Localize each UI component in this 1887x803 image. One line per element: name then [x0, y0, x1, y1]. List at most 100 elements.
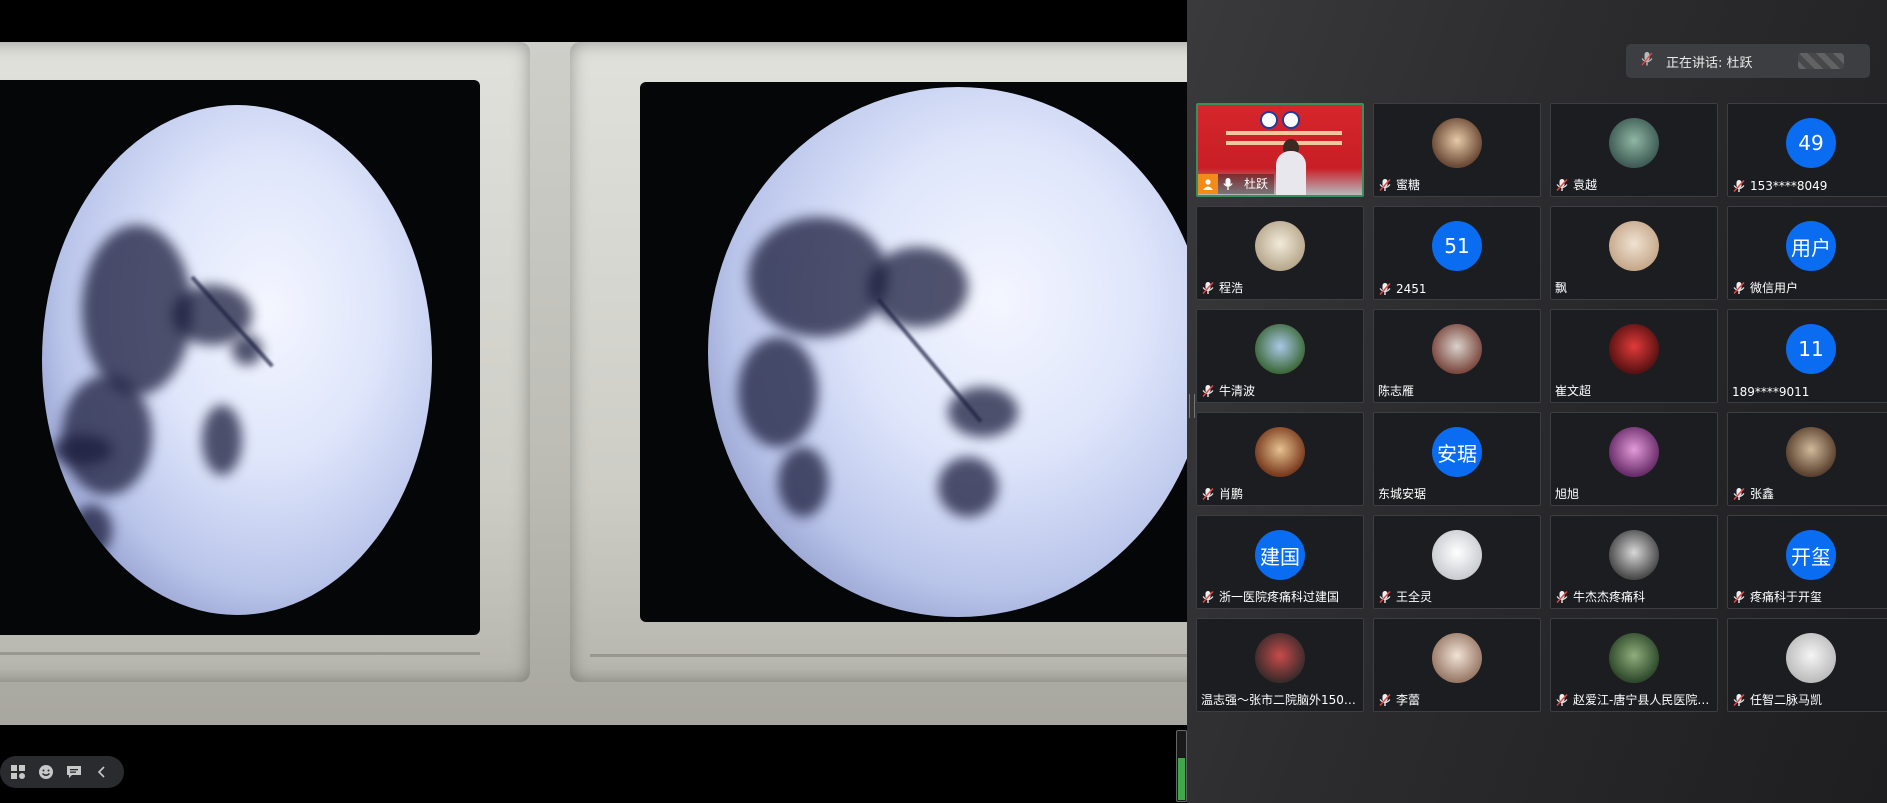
participant-label: 温志强～张市二院脑外15081...: [1201, 691, 1361, 708]
participant-grid: 杜跃 蜜糖 袁越 49 153****8049 程浩 51 2451 飘 用户微信用户牛清波 陈志雁…: [1196, 103, 1887, 712]
mic-muted-icon: [1378, 590, 1392, 604]
participant-label: 东城安琚: [1378, 485, 1426, 502]
avatar-initials: 建国: [1255, 530, 1305, 580]
participant-tile[interactable]: 程浩: [1196, 206, 1364, 300]
participant-tile[interactable]: 崔文超: [1550, 309, 1718, 403]
speaker-blurred-mark: [1798, 53, 1844, 69]
chat-icon[interactable]: [64, 762, 84, 782]
mic-muted-icon: [1378, 282, 1392, 296]
participant-tile[interactable]: 飘: [1550, 206, 1718, 300]
audio-level-fill: [1178, 758, 1185, 800]
user-icon: [1198, 174, 1218, 194]
avatar-initials: 51: [1432, 221, 1482, 271]
participant-label: 2451: [1378, 282, 1427, 296]
participant-tile[interactable]: 安琚 东城安琚: [1373, 412, 1541, 506]
participant-label: 旭旭: [1555, 485, 1579, 502]
participant-label: 微信用户: [1732, 279, 1798, 296]
participant-tile[interactable]: 牛杰杰疼痛科: [1550, 515, 1718, 609]
emoji-icon[interactable]: [36, 762, 56, 782]
participant-tile[interactable]: 肖鹏: [1196, 412, 1364, 506]
participant-tile[interactable]: 旭旭: [1550, 412, 1718, 506]
speaker-mic-icon: [1640, 51, 1654, 71]
participant-name: 旭旭: [1555, 487, 1580, 501]
participant-label: 牛清波: [1201, 382, 1255, 399]
chevron-left-icon[interactable]: [92, 762, 112, 782]
audio-level-meter: [1176, 730, 1187, 802]
mic-muted-icon: [1378, 178, 1392, 192]
participant-tile[interactable]: 陈志雁: [1373, 309, 1541, 403]
participant-name: 牛清波: [1219, 384, 1256, 398]
participant-name: 蜜糖: [1396, 178, 1421, 192]
mic-muted-icon: [1555, 590, 1569, 604]
participant-label: 张鑫: [1732, 485, 1774, 502]
right-monitor: [570, 42, 1187, 682]
participant-name: 陈志雁: [1378, 384, 1415, 398]
panel-resize-handle[interactable]: [1189, 394, 1195, 418]
participant-name: 2451: [1396, 282, 1427, 296]
participant-tile[interactable]: 49 153****8049: [1727, 103, 1887, 197]
right-fluoroscopy-image: [708, 87, 1187, 617]
avatar: [1609, 427, 1659, 477]
participant-tile[interactable]: 蜜糖: [1373, 103, 1541, 197]
left-fluoroscopy-image: [42, 105, 432, 615]
current-speaker-label: 正在讲话: 杜跃: [1666, 55, 1753, 71]
shared-screen: [0, 0, 1187, 803]
participant-label: 陈志雁: [1378, 382, 1414, 399]
participant-label: 153****8049: [1732, 179, 1827, 193]
right-monitor-screen: [640, 82, 1187, 622]
meeting-toolbar: [0, 756, 124, 788]
mic-muted-icon: [1732, 179, 1746, 193]
participant-label: 肖鹏: [1201, 485, 1243, 502]
left-monitor-screen: [0, 80, 480, 635]
mic-muted-icon: [1201, 281, 1215, 295]
participant-name: 牛杰杰疼痛科: [1573, 590, 1646, 604]
current-speaker-indicator: 正在讲话: 杜跃: [1626, 44, 1870, 78]
participant-name: 肖鹏: [1219, 487, 1244, 501]
avatar: [1786, 633, 1836, 683]
participant-tile[interactable]: 任智二脉马凯: [1727, 618, 1887, 712]
left-monitor: [0, 42, 530, 682]
avatar: [1255, 221, 1305, 271]
participant-name: 任智二脉马凯: [1750, 693, 1823, 707]
apps-grid-icon[interactable]: [8, 762, 28, 782]
participant-label: 李蕾: [1378, 691, 1420, 708]
participant-name: 微信用户: [1750, 281, 1799, 295]
participant-name: 东城安琚: [1378, 487, 1427, 501]
participant-tile[interactable]: 杜跃: [1196, 103, 1364, 197]
participant-tile[interactable]: 温志强～张市二院脑外15081...: [1196, 618, 1364, 712]
participant-label: 程浩: [1201, 279, 1243, 296]
participant-tile[interactable]: 李蕾: [1373, 618, 1541, 712]
avatar: [1609, 118, 1659, 168]
avatar: [1255, 633, 1305, 683]
mic-muted-icon: [1732, 487, 1746, 501]
participant-label: 王全灵: [1378, 588, 1432, 605]
participant-tile[interactable]: 11 189****9011: [1727, 309, 1887, 403]
avatar: [1432, 324, 1482, 374]
participant-tile[interactable]: 用户微信用户: [1727, 206, 1887, 300]
participant-label: 崔文超: [1555, 382, 1591, 399]
participant-label: 牛杰杰疼痛科: [1555, 588, 1645, 605]
participant-tile[interactable]: 开玺 疼痛科于开玺: [1727, 515, 1887, 609]
mic-muted-icon: [1732, 693, 1746, 707]
avatar-initials: 11: [1786, 324, 1836, 374]
participant-tile[interactable]: 赵爱江-唐宁县人民医院神...: [1550, 618, 1718, 712]
mic-muted-icon: [1732, 590, 1746, 604]
participant-label: 疼痛科于开玺: [1732, 588, 1822, 605]
participant-name: 浙一医院疼痛科过建国: [1219, 590, 1340, 604]
mic-muted-icon: [1201, 384, 1215, 398]
mic-muted-icon: [1201, 487, 1215, 501]
avatar: [1432, 530, 1482, 580]
avatar-initials: 49: [1786, 118, 1836, 168]
participant-tile[interactable]: 张鑫: [1727, 412, 1887, 506]
participant-tile[interactable]: 王全灵: [1373, 515, 1541, 609]
participant-tile[interactable]: 牛清波: [1196, 309, 1364, 403]
active-speaker-bar: 杜跃: [1198, 173, 1275, 195]
participant-name: 153****8049: [1750, 179, 1828, 193]
participant-label: 赵爱江-唐宁县人民医院神...: [1555, 691, 1715, 708]
participant-tile[interactable]: 建国浙一医院疼痛科过建国: [1196, 515, 1364, 609]
avatar-initials: 用户: [1786, 221, 1836, 271]
participant-label: 飘: [1555, 279, 1567, 296]
participant-name: 崔文超: [1555, 384, 1592, 398]
participant-tile[interactable]: 袁越: [1550, 103, 1718, 197]
participant-tile[interactable]: 51 2451: [1373, 206, 1541, 300]
